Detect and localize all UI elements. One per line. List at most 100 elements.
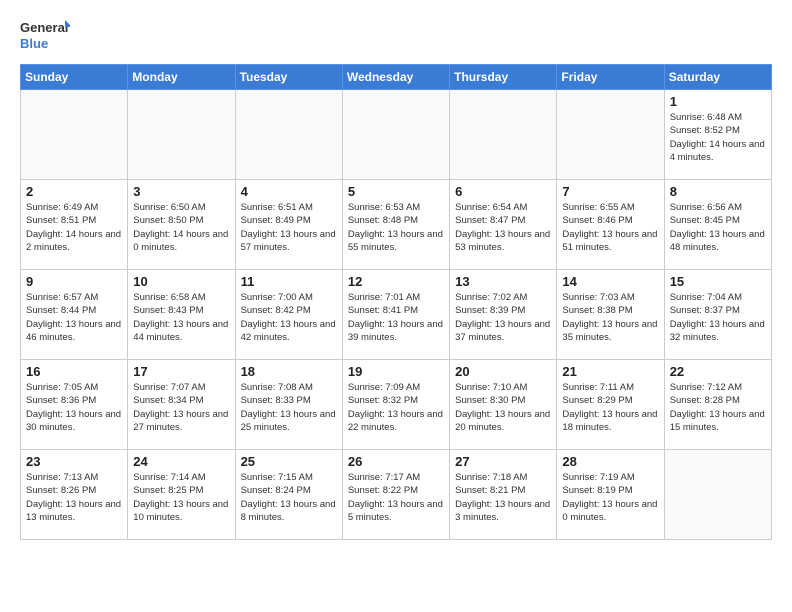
header-wednesday: Wednesday xyxy=(342,65,449,90)
day-cell: 14 Sunrise: 7:03 AMSunset: 8:38 PMDayligh… xyxy=(557,270,664,360)
day-number: 14 xyxy=(562,274,658,289)
day-cell: 19 Sunrise: 7:09 AMSunset: 8:32 PMDayligh… xyxy=(342,360,449,450)
calendar: SundayMondayTuesdayWednesdayThursdayFrid… xyxy=(20,64,772,540)
day-info: Sunrise: 7:08 AMSunset: 8:33 PMDaylight:… xyxy=(241,381,337,434)
day-info: Sunrise: 7:09 AMSunset: 8:32 PMDaylight:… xyxy=(348,381,444,434)
header-tuesday: Tuesday xyxy=(235,65,342,90)
day-info: Sunrise: 7:14 AMSunset: 8:25 PMDaylight:… xyxy=(133,471,229,524)
day-cell: 8 Sunrise: 6:56 AMSunset: 8:45 PMDaylight… xyxy=(664,180,771,270)
day-cell: 27Sunrise: 7:18 AMSunset: 8:21 PMDayligh… xyxy=(450,450,557,540)
day-cell xyxy=(342,90,449,180)
day-info: Sunrise: 6:51 AMSunset: 8:49 PMDaylight:… xyxy=(241,201,337,254)
week-row-1: 1 Sunrise: 6:48 AMSunset: 8:52 PMDaylight… xyxy=(21,90,772,180)
day-info: Sunrise: 7:00 AMSunset: 8:42 PMDaylight:… xyxy=(241,291,337,344)
day-cell: 7Sunrise: 6:55 AMSunset: 8:46 PMDaylight… xyxy=(557,180,664,270)
week-row-3: 9 Sunrise: 6:57 AMSunset: 8:44 PMDaylight… xyxy=(21,270,772,360)
day-cell: 21 Sunrise: 7:11 AMSunset: 8:29 PMDayligh… xyxy=(557,360,664,450)
day-cell: 24 Sunrise: 7:14 AMSunset: 8:25 PMDayligh… xyxy=(128,450,235,540)
day-number: 18 xyxy=(241,364,337,379)
day-number: 13 xyxy=(455,274,551,289)
day-cell xyxy=(557,90,664,180)
day-cell: 1 Sunrise: 6:48 AMSunset: 8:52 PMDaylight… xyxy=(664,90,771,180)
day-number: 16 xyxy=(26,364,122,379)
day-cell: 10 Sunrise: 6:58 AMSunset: 8:43 PMDayligh… xyxy=(128,270,235,360)
day-info: Sunrise: 7:12 AMSunset: 8:28 PMDaylight:… xyxy=(670,381,766,434)
day-info: Sunrise: 6:49 AMSunset: 8:51 PMDaylight:… xyxy=(26,201,122,254)
day-number: 21 xyxy=(562,364,658,379)
day-info: Sunrise: 6:57 AMSunset: 8:44 PMDaylight:… xyxy=(26,291,122,344)
day-number: 11 xyxy=(241,274,337,289)
day-info: Sunrise: 7:18 AMSunset: 8:21 PMDaylight:… xyxy=(455,471,551,524)
calendar-header-row: SundayMondayTuesdayWednesdayThursdayFrid… xyxy=(21,65,772,90)
day-cell: 4 Sunrise: 6:51 AMSunset: 8:49 PMDaylight… xyxy=(235,180,342,270)
day-cell: 5 Sunrise: 6:53 AMSunset: 8:48 PMDaylight… xyxy=(342,180,449,270)
day-number: 22 xyxy=(670,364,766,379)
day-cell xyxy=(235,90,342,180)
day-number: 15 xyxy=(670,274,766,289)
day-number: 5 xyxy=(348,184,444,199)
day-cell: 28 Sunrise: 7:19 AMSunset: 8:19 PMDayligh… xyxy=(557,450,664,540)
day-info: Sunrise: 6:50 AMSunset: 8:50 PMDaylight:… xyxy=(133,201,229,254)
header-monday: Monday xyxy=(128,65,235,90)
day-number: 28 xyxy=(562,454,658,469)
day-cell: 23 Sunrise: 7:13 AMSunset: 8:26 PMDayligh… xyxy=(21,450,128,540)
day-cell xyxy=(450,90,557,180)
day-info: Sunrise: 6:58 AMSunset: 8:43 PMDaylight:… xyxy=(133,291,229,344)
day-number: 6 xyxy=(455,184,551,199)
day-cell: 2 Sunrise: 6:49 AMSunset: 8:51 PMDaylight… xyxy=(21,180,128,270)
logo-svg: General Blue xyxy=(20,16,70,54)
day-info: Sunrise: 7:01 AMSunset: 8:41 PMDaylight:… xyxy=(348,291,444,344)
day-info: Sunrise: 6:54 AMSunset: 8:47 PMDaylight:… xyxy=(455,201,551,254)
svg-text:Blue: Blue xyxy=(20,36,48,51)
day-cell: 6 Sunrise: 6:54 AMSunset: 8:47 PMDaylight… xyxy=(450,180,557,270)
day-number: 7 xyxy=(562,184,658,199)
day-number: 19 xyxy=(348,364,444,379)
day-number: 4 xyxy=(241,184,337,199)
day-info: Sunrise: 7:02 AMSunset: 8:39 PMDaylight:… xyxy=(455,291,551,344)
week-row-4: 16 Sunrise: 7:05 AMSunset: 8:36 PMDayligh… xyxy=(21,360,772,450)
week-row-5: 23 Sunrise: 7:13 AMSunset: 8:26 PMDayligh… xyxy=(21,450,772,540)
day-info: Sunrise: 6:56 AMSunset: 8:45 PMDaylight:… xyxy=(670,201,766,254)
day-cell: 20Sunrise: 7:10 AMSunset: 8:30 PMDayligh… xyxy=(450,360,557,450)
day-info: Sunrise: 6:53 AMSunset: 8:48 PMDaylight:… xyxy=(348,201,444,254)
day-info: Sunrise: 7:11 AMSunset: 8:29 PMDaylight:… xyxy=(562,381,658,434)
day-number: 1 xyxy=(670,94,766,109)
day-cell: 11 Sunrise: 7:00 AMSunset: 8:42 PMDayligh… xyxy=(235,270,342,360)
day-cell: 26Sunrise: 7:17 AMSunset: 8:22 PMDayligh… xyxy=(342,450,449,540)
day-cell: 9 Sunrise: 6:57 AMSunset: 8:44 PMDaylight… xyxy=(21,270,128,360)
svg-text:General: General xyxy=(20,20,68,35)
day-info: Sunrise: 6:48 AMSunset: 8:52 PMDaylight:… xyxy=(670,111,766,164)
day-cell: 18 Sunrise: 7:08 AMSunset: 8:33 PMDayligh… xyxy=(235,360,342,450)
day-cell: 12Sunrise: 7:01 AMSunset: 8:41 PMDayligh… xyxy=(342,270,449,360)
day-number: 8 xyxy=(670,184,766,199)
day-info: Sunrise: 7:03 AMSunset: 8:38 PMDaylight:… xyxy=(562,291,658,344)
header-friday: Friday xyxy=(557,65,664,90)
day-info: Sunrise: 7:19 AMSunset: 8:19 PMDaylight:… xyxy=(562,471,658,524)
day-cell: 15Sunrise: 7:04 AMSunset: 8:37 PMDayligh… xyxy=(664,270,771,360)
day-cell: 16 Sunrise: 7:05 AMSunset: 8:36 PMDayligh… xyxy=(21,360,128,450)
logo: General Blue xyxy=(20,16,70,54)
day-info: Sunrise: 7:10 AMSunset: 8:30 PMDaylight:… xyxy=(455,381,551,434)
day-cell xyxy=(664,450,771,540)
day-number: 17 xyxy=(133,364,229,379)
day-number: 10 xyxy=(133,274,229,289)
day-number: 2 xyxy=(26,184,122,199)
day-number: 3 xyxy=(133,184,229,199)
week-row-2: 2 Sunrise: 6:49 AMSunset: 8:51 PMDaylight… xyxy=(21,180,772,270)
day-info: Sunrise: 7:15 AMSunset: 8:24 PMDaylight:… xyxy=(241,471,337,524)
day-cell xyxy=(128,90,235,180)
day-cell: 22 Sunrise: 7:12 AMSunset: 8:28 PMDayligh… xyxy=(664,360,771,450)
header-sunday: Sunday xyxy=(21,65,128,90)
header-saturday: Saturday xyxy=(664,65,771,90)
day-cell: 25 Sunrise: 7:15 AMSunset: 8:24 PMDayligh… xyxy=(235,450,342,540)
day-number: 25 xyxy=(241,454,337,469)
day-number: 23 xyxy=(26,454,122,469)
day-info: Sunrise: 7:05 AMSunset: 8:36 PMDaylight:… xyxy=(26,381,122,434)
day-info: Sunrise: 7:13 AMSunset: 8:26 PMDaylight:… xyxy=(26,471,122,524)
header-thursday: Thursday xyxy=(450,65,557,90)
day-cell: 13 Sunrise: 7:02 AMSunset: 8:39 PMDayligh… xyxy=(450,270,557,360)
day-number: 9 xyxy=(26,274,122,289)
day-number: 24 xyxy=(133,454,229,469)
day-cell: 17Sunrise: 7:07 AMSunset: 8:34 PMDayligh… xyxy=(128,360,235,450)
day-number: 26 xyxy=(348,454,444,469)
